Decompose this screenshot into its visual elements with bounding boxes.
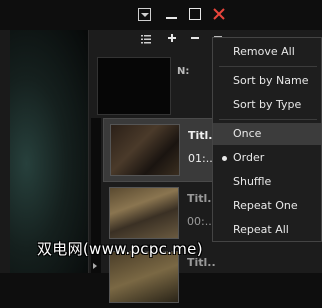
minimize-icon[interactable] (163, 6, 179, 22)
list-icon[interactable] (139, 33, 153, 47)
menu-separator (219, 119, 317, 120)
minus-icon[interactable] (188, 33, 202, 47)
watermark: 双电网(www.pcpc.me) (37, 240, 203, 258)
item-duration: 00:.. (187, 215, 212, 228)
menu-item-repeat-all[interactable]: Repeat All (213, 219, 321, 241)
close-icon[interactable] (211, 6, 227, 22)
scroll-arrow-icon[interactable] (93, 263, 97, 269)
menu-item-sort-by-type[interactable]: Sort by Type (213, 94, 321, 116)
playlist-context-menu: Remove All Sort by Name Sort by Type Onc… (212, 37, 322, 242)
video-border (0, 30, 10, 273)
selected-bullet-icon (222, 156, 227, 161)
menu-item-remove-all[interactable]: Remove All (213, 41, 321, 63)
now-playing-label: N: (177, 66, 190, 77)
item-duration: 01:.. (188, 152, 213, 165)
menu-separator (219, 66, 317, 67)
now-playing-thumbnail (97, 57, 171, 115)
maximize-icon[interactable] (187, 6, 203, 22)
video-thumbnail (109, 187, 179, 239)
menu-item-order[interactable]: Order (213, 147, 321, 169)
title-bar (0, 0, 322, 30)
video-area[interactable] (0, 30, 89, 273)
menu-item-once[interactable]: Once (213, 123, 321, 145)
dropdown-menu-icon[interactable] (138, 8, 151, 21)
plus-icon[interactable] (165, 33, 179, 47)
menu-item-shuffle[interactable]: Shuffle (213, 171, 321, 193)
menu-item-repeat-one[interactable]: Repeat One (213, 195, 321, 217)
menu-item-sort-by-name[interactable]: Sort by Name (213, 70, 321, 92)
video-thumbnail (110, 124, 180, 176)
